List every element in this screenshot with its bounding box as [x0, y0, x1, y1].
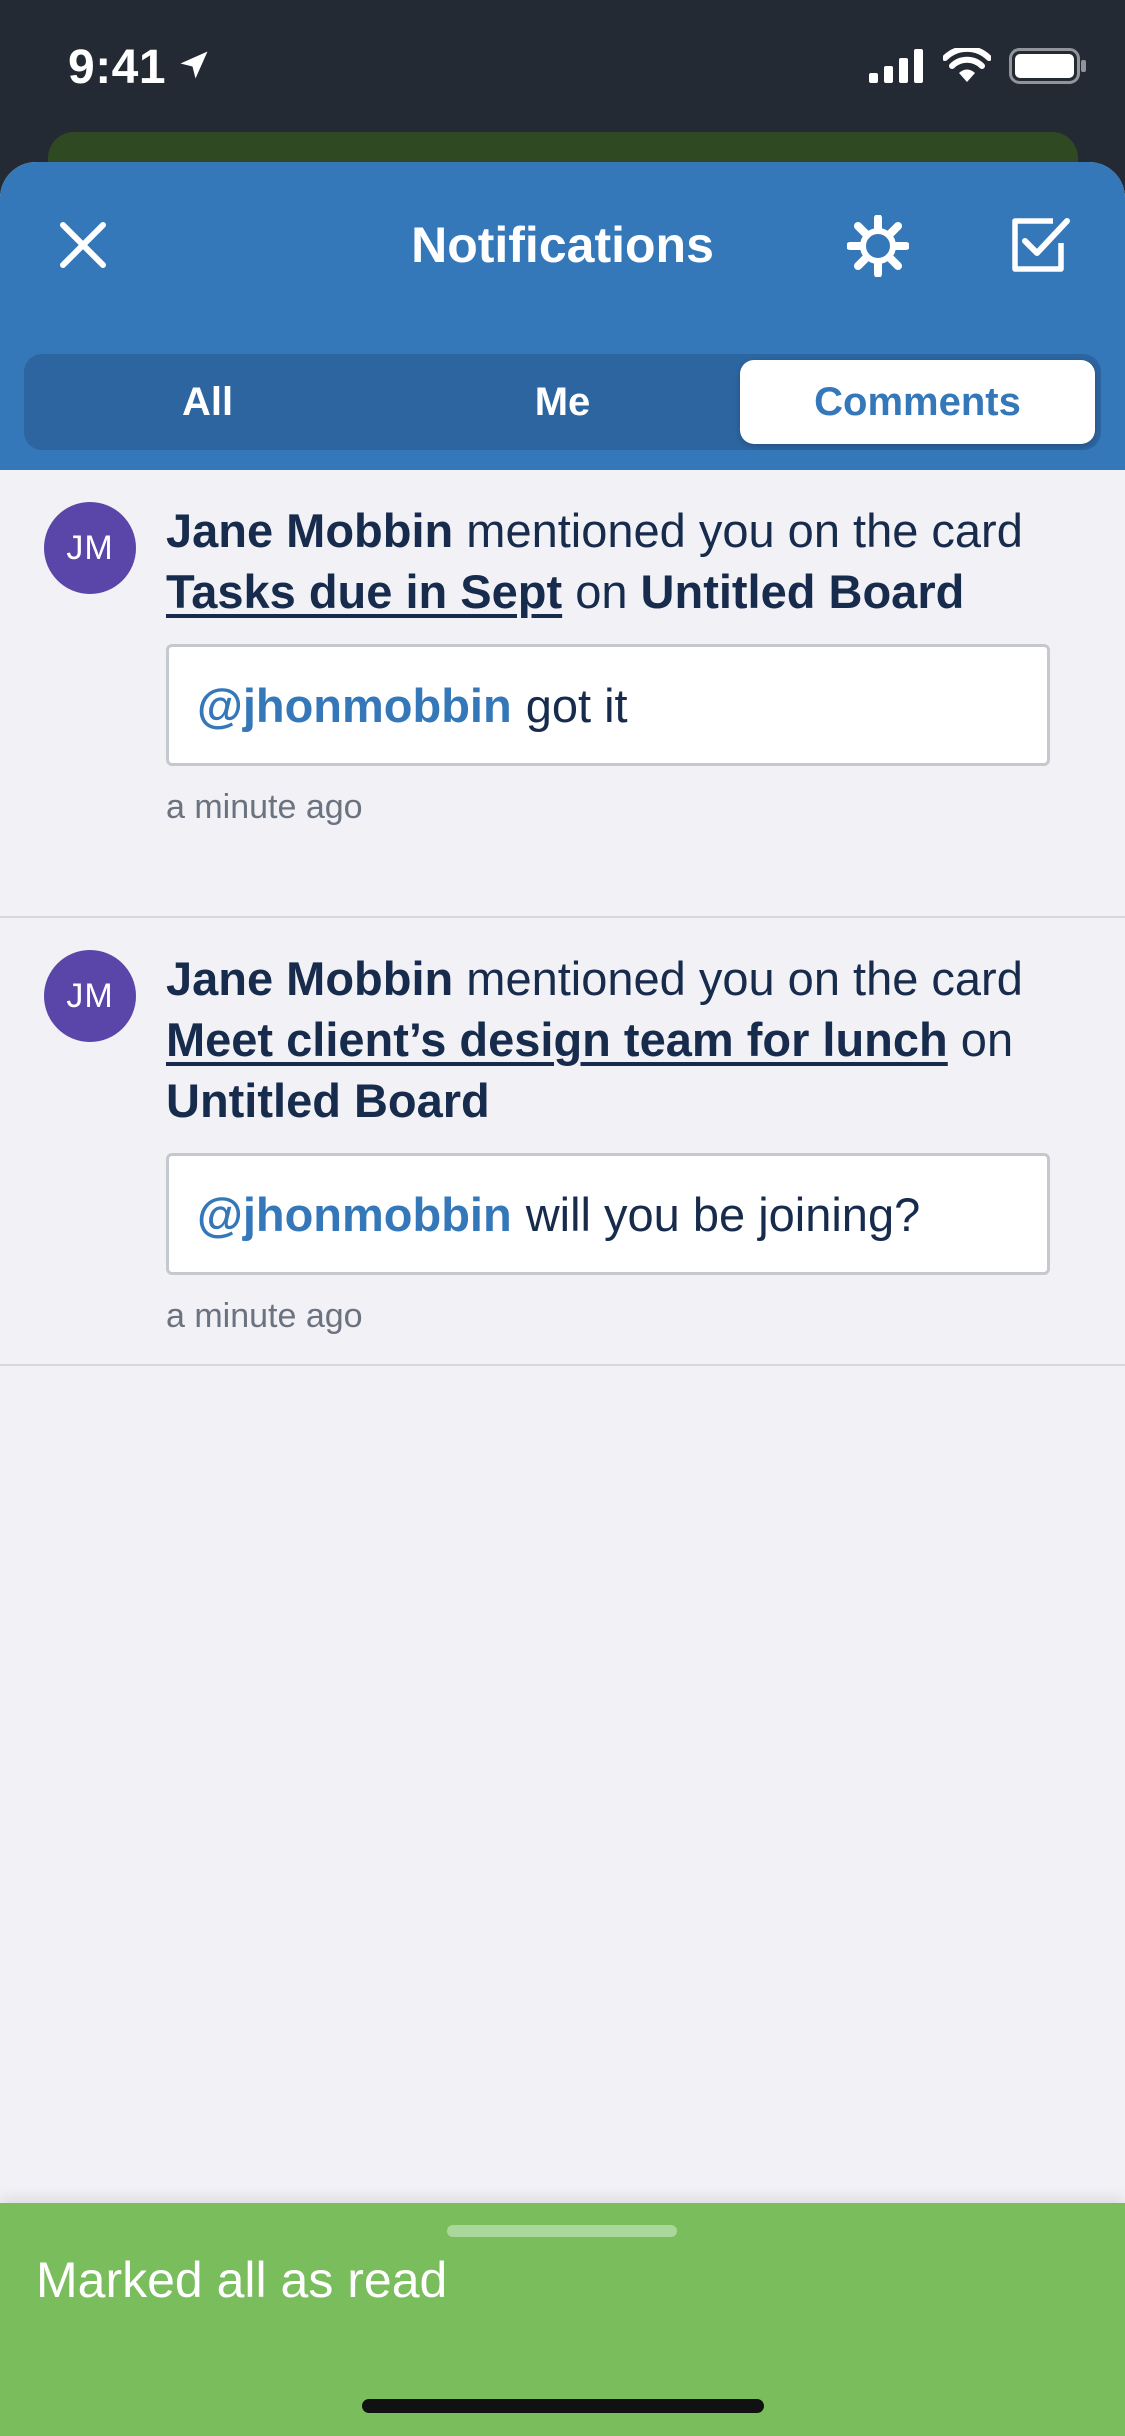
comment-text: got it [525, 678, 628, 732]
tab-all[interactable]: All [30, 360, 385, 444]
cellular-signal-icon [869, 49, 925, 88]
board-name: Untitled Board [166, 1074, 490, 1127]
notification-text: Jane Mobbin mentioned you on the card Ta… [166, 500, 1066, 622]
close-button[interactable] [48, 212, 118, 282]
comment-text: will you be joining? [525, 1187, 921, 1241]
card-link[interactable]: Meet client’s design team for lunch [166, 1013, 948, 1066]
on-text: on [947, 1013, 1014, 1066]
notification-text: Jane Mobbin mentioned you on the card Me… [166, 948, 1066, 1131]
notification-action-text: mentioned you on the card [453, 504, 1023, 557]
status-time-group: 9:41 [68, 40, 212, 95]
notification-item[interactable]: JM Jane Mobbin mentioned you on the card… [0, 918, 1125, 1366]
notification-item[interactable]: JM Jane Mobbin mentioned you on the card… [0, 470, 1125, 918]
avatar: JM [44, 502, 136, 594]
wifi-icon [942, 45, 992, 89]
status-icons [869, 45, 1087, 89]
close-icon [57, 219, 109, 276]
notification-list: JM Jane Mobbin mentioned you on the card… [0, 470, 1125, 1366]
tab-me[interactable]: Me [385, 360, 740, 444]
settings-button[interactable] [842, 212, 914, 284]
author-name: Jane Mobbin [166, 504, 454, 557]
home-indicator[interactable] [362, 2399, 764, 2413]
card-link[interactable]: Tasks due in Sept [166, 565, 562, 618]
sheet-header: Notifications All Me Comments [0, 162, 1125, 470]
author-name: Jane Mobbin [166, 952, 454, 1005]
location-arrow-icon [176, 40, 212, 95]
notification-action-text: mentioned you on the card [453, 952, 1023, 1005]
on-text: on [562, 565, 641, 618]
battery-icon [1009, 48, 1087, 89]
notifications-sheet: Notifications All Me Comments JM Jane Mo… [0, 162, 1125, 2436]
toast-drag-handle[interactable] [447, 2225, 677, 2237]
mark-all-read-button[interactable] [1004, 210, 1078, 284]
notification-filter-tabs: All Me Comments [24, 354, 1101, 450]
timestamp: a minute ago [166, 788, 363, 826]
timestamp: a minute ago [166, 1297, 363, 1335]
checkbox-checked-icon [1009, 213, 1073, 282]
mention: @jhonmobbin [197, 678, 512, 732]
notification-body: Jane Mobbin mentioned you on the card Ta… [166, 500, 1066, 827]
tab-comments[interactable]: Comments [740, 360, 1095, 444]
status-time: 9:41 [68, 41, 167, 94]
comment-preview[interactable]: @jhonmobbin will you be joining? [166, 1153, 1050, 1275]
status-bar: 9:41 [0, 0, 1125, 135]
page-title: Notifications [411, 217, 714, 273]
gear-icon [846, 213, 910, 282]
toast-message: Marked all as read [36, 2252, 448, 2308]
comment-preview[interactable]: @jhonmobbin got it [166, 644, 1050, 766]
avatar: JM [44, 950, 136, 1042]
mention: @jhonmobbin [197, 1187, 512, 1241]
board-name: Untitled Board [640, 565, 965, 618]
screen: 9:41 Notifications All Me Comments JM Ja… [0, 0, 1125, 2436]
notification-body: Jane Mobbin mentioned you on the card Me… [166, 948, 1066, 1336]
